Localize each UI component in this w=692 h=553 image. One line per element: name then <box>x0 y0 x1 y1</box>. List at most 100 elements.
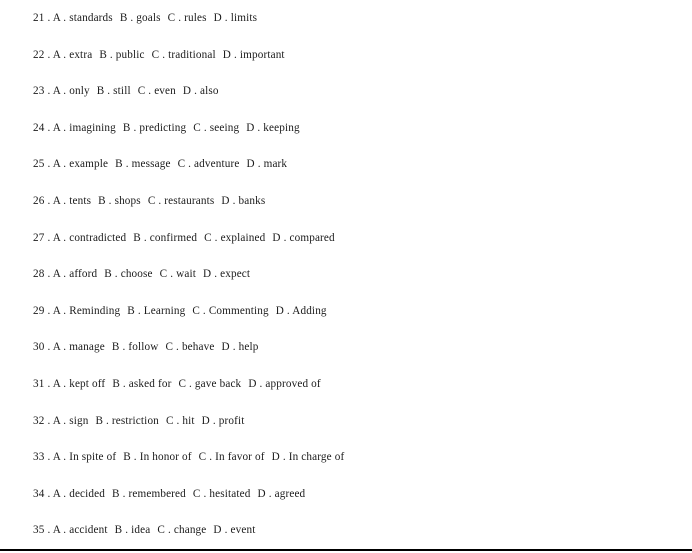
option-letter: D <box>248 377 257 390</box>
answer-option-a[interactable]: A . only <box>53 85 90 97</box>
answer-option-c[interactable]: C . In favor of <box>199 451 265 463</box>
answer-option-b[interactable]: B . restriction <box>95 415 158 427</box>
option-text: keeping <box>263 121 300 134</box>
answer-option-b[interactable]: B . shops <box>98 195 141 207</box>
question-number: 34 <box>33 487 45 500</box>
answer-option-b[interactable]: B . confirmed <box>133 232 197 244</box>
option-letter-separator: . <box>105 194 115 207</box>
answer-option-c[interactable]: C . adventure <box>178 158 240 170</box>
answer-option-d[interactable]: D . profit <box>202 415 245 427</box>
option-letter: D <box>257 487 266 500</box>
question-number-separator: . <box>44 451 53 464</box>
answer-option-d[interactable]: D . keeping <box>246 122 300 134</box>
answer-option-a[interactable]: A . In spite of <box>53 451 116 463</box>
option-letter: D <box>275 304 284 317</box>
question-number: 26 <box>33 194 45 207</box>
option-letter: D <box>271 451 280 464</box>
option-letter-separator: . <box>165 524 174 537</box>
question-list: 21 . A . standards B . goals C . rules D . … <box>33 0 692 549</box>
option-letter-separator: . <box>185 158 195 171</box>
question-number-separator: . <box>44 194 53 207</box>
answer-option-c[interactable]: C . seeing <box>193 122 239 134</box>
answer-option-c[interactable]: C . explained <box>204 232 265 244</box>
option-text: gave back <box>194 377 242 390</box>
answer-option-a[interactable]: A . kept off <box>53 378 106 390</box>
answer-option-c[interactable]: C . even <box>138 85 176 97</box>
answer-option-c[interactable]: C . change <box>157 524 206 536</box>
question-row: 28 . A . afford B . choose C . wait D . exp… <box>33 256 692 293</box>
answer-option-b[interactable]: B . idea <box>115 524 151 536</box>
answer-option-a[interactable]: A . example <box>53 158 108 170</box>
option-letter-separator: . <box>119 487 129 500</box>
answer-option-c[interactable]: C . restaurants <box>148 195 215 207</box>
answer-option-c[interactable]: C . behave <box>165 341 214 353</box>
answer-option-d[interactable]: D . also <box>183 85 219 97</box>
answer-option-a[interactable]: A . imagining <box>53 122 116 134</box>
answer-option-a[interactable]: A . contradicted <box>53 232 127 244</box>
option-letter: B <box>111 341 120 354</box>
question-number-separator: . <box>44 377 53 390</box>
answer-option-d[interactable]: D . important <box>223 49 285 61</box>
option-text: restriction <box>111 414 159 427</box>
answer-option-d[interactable]: D . compared <box>272 232 334 244</box>
answer-option-a[interactable]: A . standards <box>53 12 113 24</box>
answer-option-d[interactable]: D . banks <box>221 195 265 207</box>
option-letter-separator: . <box>173 341 182 354</box>
answer-option-d[interactable]: D . expect <box>203 268 250 280</box>
answer-option-c[interactable]: C . rules <box>168 12 207 24</box>
answer-option-b[interactable]: B . public <box>99 49 144 61</box>
option-text: even <box>154 85 176 98</box>
answer-option-a[interactable]: A . decided <box>53 488 105 500</box>
question-number: 22 <box>33 48 45 61</box>
answer-option-c[interactable]: C . wait <box>160 268 196 280</box>
answer-option-a[interactable]: A . extra <box>53 49 93 61</box>
option-letter-separator: . <box>60 414 70 427</box>
option-letter-separator: . <box>211 231 221 244</box>
question-number-separator: . <box>44 268 53 281</box>
answer-option-d[interactable]: D . agreed <box>258 488 306 500</box>
answer-option-b[interactable]: B . In honor of <box>123 451 191 463</box>
answer-option-d[interactable]: D . Adding <box>276 305 327 317</box>
answer-option-b[interactable]: B . still <box>97 85 131 97</box>
option-letter-separator: . <box>254 158 264 171</box>
option-letter: D <box>213 524 222 537</box>
option-text: remembered <box>128 487 186 500</box>
option-letter: B <box>123 451 131 464</box>
answer-option-c[interactable]: C . Commenting <box>192 305 268 317</box>
answer-option-c[interactable]: C . gave back <box>178 378 241 390</box>
answer-option-d[interactable]: D . approved of <box>248 378 320 390</box>
answer-option-b[interactable]: B . message <box>115 158 170 170</box>
answer-option-d[interactable]: D . mark <box>247 158 288 170</box>
option-letter: B <box>104 268 112 281</box>
answer-option-d[interactable]: D . limits <box>214 12 257 24</box>
answer-option-b[interactable]: B . Learning <box>127 305 185 317</box>
answer-option-b[interactable]: B . follow <box>112 341 159 353</box>
option-text: still <box>113 85 131 98</box>
answer-option-a[interactable]: A . tents <box>53 195 91 207</box>
question-row: 35 . A . accident B . idea C . change D . e… <box>33 512 692 549</box>
answer-option-b[interactable]: B . choose <box>104 268 152 280</box>
answer-option-a[interactable]: A . manage <box>53 341 105 353</box>
answer-option-a[interactable]: A . afford <box>53 268 98 280</box>
answer-option-c[interactable]: C . hesitated <box>193 488 251 500</box>
question-number-separator: . <box>44 48 53 61</box>
exam-answer-sheet: 21 . A . standards B . goals C . rules D . … <box>0 0 692 553</box>
answer-option-a[interactable]: A . sign <box>53 415 89 427</box>
answer-option-b[interactable]: B . remembered <box>112 488 186 500</box>
answer-option-b[interactable]: B . predicting <box>123 122 186 134</box>
option-letter-separator: . <box>60 451 70 464</box>
answer-option-b[interactable]: B . goals <box>120 12 161 24</box>
option-text: expect <box>220 268 251 281</box>
answer-option-b[interactable]: B . asked for <box>112 378 171 390</box>
answer-option-c[interactable]: C . hit <box>166 415 195 427</box>
option-text: explained <box>220 231 266 244</box>
option-letter-separator: . <box>122 158 132 171</box>
answer-option-d[interactable]: D . help <box>222 341 259 353</box>
answer-option-d[interactable]: D . In charge of <box>272 451 345 463</box>
answer-option-a[interactable]: A . Reminding <box>53 305 121 317</box>
answer-option-d[interactable]: D . event <box>213 524 255 536</box>
answer-option-c[interactable]: C . traditional <box>152 49 216 61</box>
answer-option-a[interactable]: A . accident <box>53 524 108 536</box>
option-letter: B <box>95 414 104 427</box>
question-number: 23 <box>33 85 45 98</box>
